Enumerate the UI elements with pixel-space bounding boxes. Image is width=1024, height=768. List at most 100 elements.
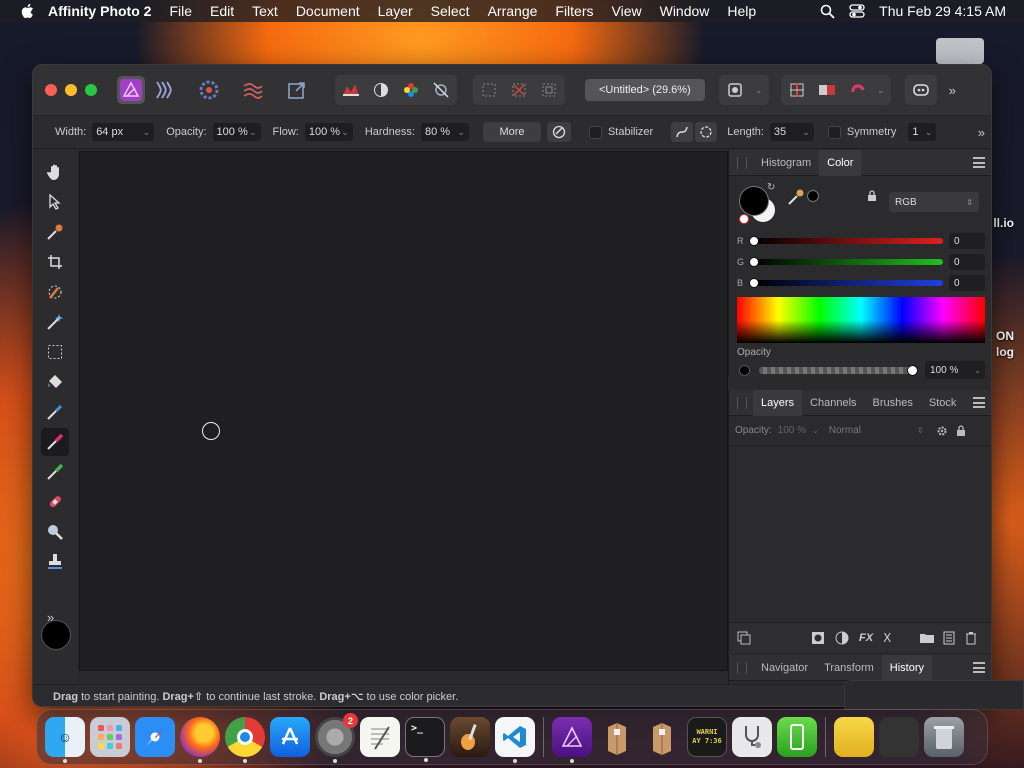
app-store-icon[interactable]	[270, 717, 310, 757]
rectangular-marquee-tool[interactable]	[41, 338, 69, 366]
clone-brush-tool[interactable]	[41, 458, 69, 486]
auto-colors-button[interactable]	[396, 76, 426, 104]
length-field[interactable]: 35 ⌄	[769, 123, 814, 141]
trash-icon[interactable]	[965, 631, 977, 645]
launchpad-icon[interactable]	[90, 717, 130, 757]
panel-menu-icon[interactable]	[973, 157, 985, 168]
tone-mapping-persona-button[interactable]	[239, 76, 267, 104]
assistant-manager-button[interactable]	[906, 76, 936, 104]
menu-filters[interactable]: Filters	[555, 3, 593, 19]
tab-navigator[interactable]: Navigator	[753, 655, 816, 681]
tab-layers[interactable]: Layers	[753, 389, 803, 416]
red-slider-track[interactable]	[753, 238, 943, 244]
terminal-icon[interactable]: >_	[405, 717, 445, 762]
trash-dock-icon[interactable]	[924, 717, 964, 757]
menu-document[interactable]: Document	[296, 3, 360, 19]
split-view-button[interactable]	[812, 76, 842, 104]
live-filter-icon[interactable]: Ⅹ	[883, 631, 891, 645]
opacity-slider-knob[interactable]	[907, 365, 918, 376]
panel-menu-icon[interactable]	[973, 397, 985, 408]
view-tool[interactable]	[41, 158, 69, 186]
green-slider-knob[interactable]	[749, 257, 759, 267]
lock-icon[interactable]	[956, 424, 966, 437]
symmetry-count-field[interactable]: 1 ⌄	[908, 123, 937, 141]
width-field[interactable]: 64 px ⌄	[92, 123, 155, 141]
downloads-stack-icon[interactable]	[834, 717, 874, 757]
background-window[interactable]	[844, 680, 1024, 710]
macro-button[interactable]	[336, 76, 366, 104]
flow-field[interactable]: 100 % ⌄	[304, 123, 353, 141]
primary-color-swatch[interactable]	[41, 620, 71, 650]
archive-utility-icon[interactable]	[597, 717, 637, 757]
menu-edit[interactable]: Edit	[210, 3, 234, 19]
quick-mask-dropdown[interactable]: ⌄	[750, 76, 768, 104]
context-overflow-icon[interactable]: »	[978, 125, 985, 140]
affinity-photo-dock-icon[interactable]	[552, 717, 592, 763]
finder-icon[interactable]: ☺	[45, 717, 85, 763]
tab-brushes[interactable]: Brushes	[865, 390, 921, 416]
vscode-icon[interactable]	[495, 717, 535, 763]
snapping-button[interactable]	[782, 76, 812, 104]
gear-icon[interactable]	[936, 425, 948, 437]
photo-persona-button[interactable]	[117, 76, 145, 104]
archive-utility-icon-2[interactable]	[642, 717, 682, 757]
pixel-brush-tool[interactable]	[41, 428, 69, 456]
menu-select[interactable]: Select	[431, 3, 470, 19]
panel-grip-icon[interactable]	[737, 396, 747, 409]
menu-file[interactable]: File	[169, 3, 192, 19]
color-spectrum[interactable]	[737, 297, 985, 343]
new-pixel-layer-icon[interactable]	[943, 631, 955, 645]
menubar-clock[interactable]: Thu Feb 29 4:15 AM	[879, 3, 1006, 19]
blend-mode-select[interactable]: Normal	[829, 425, 861, 436]
spotlight-search-icon[interactable]	[820, 4, 835, 19]
tab-transform[interactable]: Transform	[816, 655, 882, 681]
auto-contrast-button[interactable]	[366, 76, 396, 104]
stabilizer-checkbox[interactable]	[588, 125, 602, 139]
minimize-window-button[interactable]	[65, 84, 77, 96]
dodge-tool[interactable]	[41, 518, 69, 546]
apple-icon[interactable]	[18, 3, 36, 19]
adjustment-icon[interactable]	[835, 631, 849, 645]
red-value-field[interactable]: 0	[949, 233, 985, 249]
tab-color[interactable]: Color	[819, 149, 862, 176]
zoom-window-button[interactable]	[85, 84, 97, 96]
chrome-icon[interactable]	[225, 717, 265, 763]
folder-icon[interactable]	[919, 632, 935, 644]
toolbar-overflow-icon[interactable]: »	[949, 83, 956, 98]
flood-fill-tool[interactable]	[41, 368, 69, 396]
tab-history[interactable]: History	[881, 654, 933, 681]
document-title-button[interactable]: <Untitled> (29.6%)	[585, 79, 705, 101]
liquify-persona-button[interactable]	[151, 76, 179, 104]
panel-grip-icon[interactable]	[737, 156, 747, 169]
red-slider-knob[interactable]	[749, 236, 759, 246]
swap-colors-icon[interactable]: ↻	[767, 182, 775, 193]
lock-icon[interactable]	[867, 190, 877, 202]
selection-brush-tool[interactable]	[41, 278, 69, 306]
menu-help[interactable]: Help	[727, 3, 756, 19]
blue-slider-knob[interactable]	[749, 278, 759, 288]
move-tool[interactable]	[41, 188, 69, 216]
develop-persona-button[interactable]	[195, 76, 223, 104]
close-window-button[interactable]	[45, 84, 57, 96]
fx-icon[interactable]: FX	[859, 632, 873, 644]
safari-icon[interactable]	[135, 717, 175, 757]
menu-arrange[interactable]: Arrange	[488, 3, 538, 19]
eyedropper-icon[interactable]	[787, 188, 805, 206]
deselect-button[interactable]	[504, 76, 534, 104]
assistant-dropdown[interactable]: ⌄	[872, 76, 890, 104]
no-color-icon[interactable]	[739, 214, 749, 224]
tab-channels[interactable]: Channels	[802, 390, 864, 416]
healing-brush-tool[interactable]	[41, 488, 69, 516]
layer-stack-icon[interactable]	[737, 631, 751, 645]
export-persona-button[interactable]	[283, 76, 311, 104]
blue-slider-track[interactable]	[753, 280, 943, 286]
menu-window[interactable]: Window	[660, 3, 710, 19]
rope-mode-button[interactable]	[671, 122, 694, 142]
crop-tool[interactable]	[41, 248, 69, 276]
panel-grip-icon[interactable]	[737, 661, 747, 674]
color-picker-tool[interactable]	[41, 218, 69, 246]
tab-histogram[interactable]: Histogram	[753, 150, 819, 176]
opacity-field[interactable]: 100 % ⌄	[212, 123, 261, 141]
console-icon[interactable]: WARNI AY 7:36	[687, 717, 727, 757]
menu-text[interactable]: Text	[252, 3, 278, 19]
